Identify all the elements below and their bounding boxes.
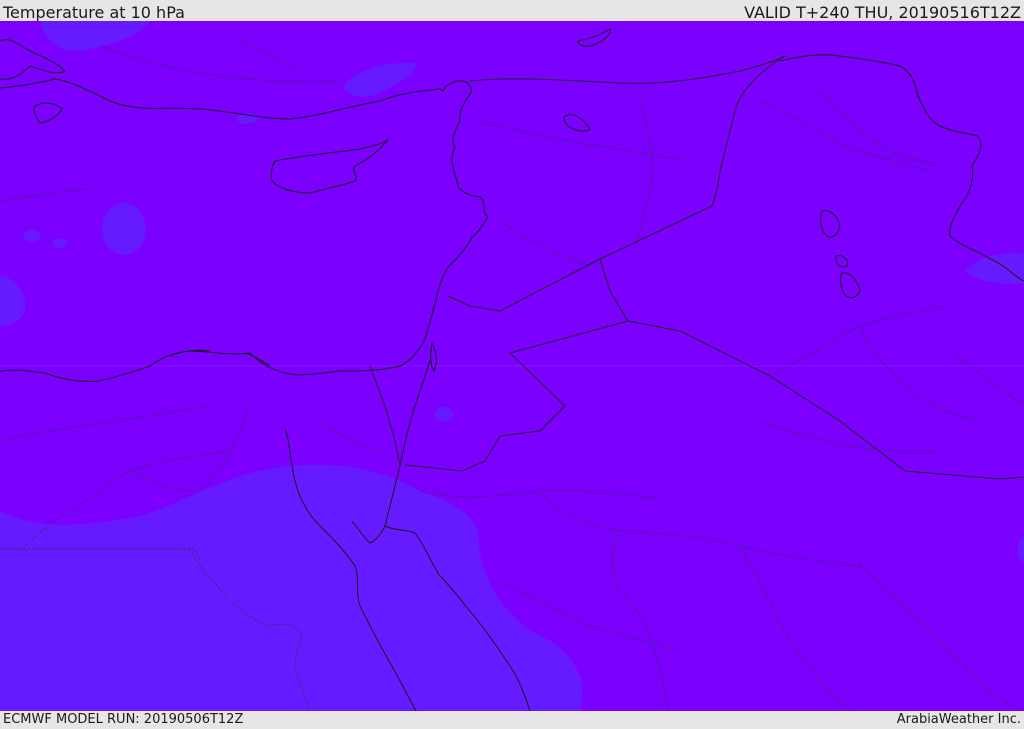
cooler-patch-small-1 [23,230,41,242]
map-title: Temperature at 10 hPa [3,3,185,22]
temperature-map[interactable] [0,21,1024,711]
footer-bar: ECMWF MODEL RUN: 20190506T12Z ArabiaWeat… [0,711,1024,729]
credit-label: ArabiaWeather Inc. [896,712,1021,727]
model-run-label: ECMWF MODEL RUN: 20190506T12Z [3,712,244,727]
header-bar: Temperature at 10 hPa VALID T+240 THU, 2… [0,0,1024,22]
cooler-patch-small-2 [53,238,67,248]
valid-time-label: VALID T+240 THU, 20190516T12Z [744,3,1021,22]
map-canvas [0,21,1024,711]
cooler-patch-jordan [435,407,453,421]
cooler-patch-mediterranean [102,203,146,255]
